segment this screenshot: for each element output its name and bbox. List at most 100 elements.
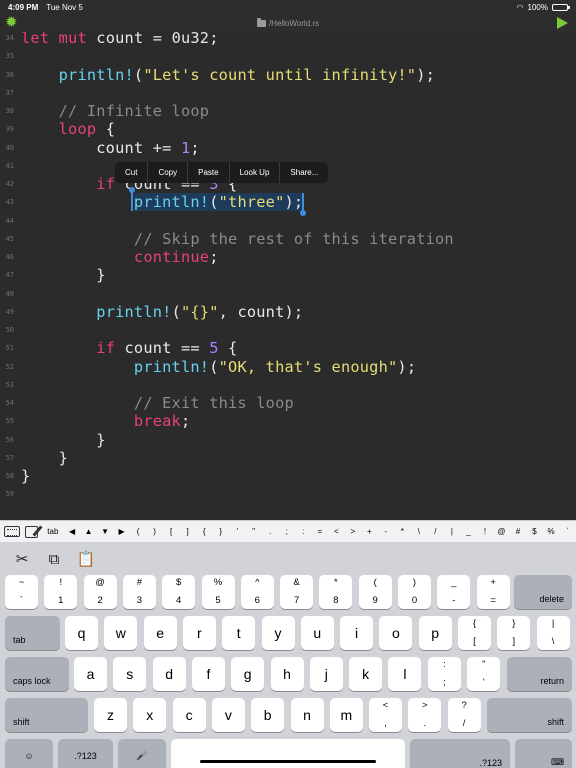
- accessory-tab[interactable]: tab: [42, 521, 64, 543]
- key-y[interactable]: y: [261, 616, 295, 650]
- accessory-key[interactable]: .: [262, 521, 279, 543]
- key-i[interactable]: i: [340, 616, 374, 650]
- accessory-key[interactable]: ;: [279, 521, 296, 543]
- code-editor[interactable]: 34 let mut count = 0u32; 35 36 println!("Le…: [0, 32, 576, 520]
- key-u[interactable]: u: [300, 616, 334, 650]
- accessory-key[interactable]: }: [212, 521, 229, 543]
- key-s[interactable]: s: [113, 657, 147, 691]
- accessory-key[interactable]: <: [328, 521, 345, 543]
- code-line[interactable]: 59: [0, 485, 576, 503]
- key-p[interactable]: p: [418, 616, 452, 650]
- return-key[interactable]: return: [507, 657, 572, 691]
- accessory-key[interactable]: |: [444, 521, 461, 543]
- code-line[interactable]: 50: [0, 321, 576, 339]
- key-num-3[interactable]: #3: [122, 575, 156, 609]
- key-q[interactable]: q: [65, 616, 98, 650]
- gear-icon[interactable]: ✹: [5, 15, 19, 30]
- key-r[interactable]: r: [182, 616, 216, 650]
- accessory-key[interactable]: >: [345, 521, 362, 543]
- key-f[interactable]: f: [191, 657, 225, 691]
- accessory-key[interactable]: ": [245, 521, 262, 543]
- accessory-key[interactable]: =: [312, 521, 329, 543]
- accessory-key[interactable]: `: [559, 521, 576, 543]
- code-line[interactable]: 39 loop {: [0, 120, 576, 138]
- menu-item-paste[interactable]: Paste: [188, 162, 230, 183]
- caps-lock-key[interactable]: caps lock: [5, 657, 69, 691]
- key-bracket-2[interactable]: | \: [536, 616, 570, 650]
- key-o[interactable]: o: [379, 616, 413, 650]
- accessory-key[interactable]: {: [196, 521, 213, 543]
- accessory-key[interactable]: /: [427, 521, 444, 543]
- code-line[interactable]: 36 println!("Let's count until infinity!…: [0, 66, 576, 84]
- key-c[interactable]: c: [172, 698, 206, 732]
- key-k[interactable]: k: [349, 657, 383, 691]
- key-num-5[interactable]: % 5: [201, 575, 235, 609]
- key-j[interactable]: j: [309, 657, 343, 691]
- code-line[interactable]: 43 println!("three");: [0, 193, 576, 212]
- code-line[interactable]: 44: [0, 212, 576, 230]
- key-t[interactable]: t: [222, 616, 256, 650]
- key-num-4[interactable]: $4: [162, 575, 196, 609]
- numbers-key-right[interactable]: .?123: [410, 739, 510, 768]
- code-line[interactable]: 52 println!("OK, that's enough");: [0, 358, 576, 376]
- accessory-key[interactable]: $: [526, 521, 543, 543]
- code-line[interactable]: 48: [0, 285, 576, 303]
- key-l[interactable]: l: [388, 657, 422, 691]
- accessory-key[interactable]: [: [163, 521, 180, 543]
- key-x[interactable]: x: [133, 698, 167, 732]
- menu-item-cut[interactable]: Cut: [115, 162, 149, 183]
- key-bracket-0[interactable]: {[: [458, 616, 491, 650]
- code-line[interactable]: 37: [0, 84, 576, 102]
- accessory-key[interactable]: _: [460, 521, 477, 543]
- key-num-12[interactable]: + =: [476, 575, 510, 609]
- key-angle-0[interactable]: <,: [369, 698, 402, 732]
- key-num-1[interactable]: ! 1: [44, 575, 78, 609]
- accessory-key[interactable]: %: [543, 521, 560, 543]
- key-e[interactable]: e: [143, 616, 177, 650]
- code-line[interactable]: 54 // Exit this loop: [0, 394, 576, 412]
- key-d[interactable]: d: [152, 657, 186, 691]
- code-line[interactable]: 47 }: [0, 266, 576, 284]
- code-line[interactable]: 40 count += 1;: [0, 139, 576, 157]
- accessory-key[interactable]: @: [493, 521, 510, 543]
- selection-start-handle[interactable]: [131, 191, 133, 211]
- key-w[interactable]: w: [104, 616, 138, 650]
- code-line[interactable]: 56 }: [0, 431, 576, 449]
- accessory-key[interactable]: !: [477, 521, 494, 543]
- key-m[interactable]: m: [329, 698, 363, 732]
- key-n[interactable]: n: [290, 698, 324, 732]
- selection-end-knob[interactable]: [300, 210, 306, 216]
- delete-key[interactable]: delete: [514, 575, 572, 609]
- hide-keyboard-key[interactable]: ⌨: [515, 739, 572, 768]
- code-line[interactable]: 35: [0, 47, 576, 65]
- accessory-key[interactable]: ▶: [113, 521, 130, 543]
- accessory-key[interactable]: -: [378, 521, 395, 543]
- code-line[interactable]: 53: [0, 376, 576, 394]
- key-b[interactable]: b: [251, 698, 285, 732]
- accessory-key[interactable]: ': [229, 521, 246, 543]
- key-num-8[interactable]: * 8: [319, 575, 353, 609]
- accessory-key[interactable]: ◀: [64, 521, 81, 543]
- key-angle-2[interactable]: ? /: [447, 698, 481, 732]
- copy-icon[interactable]: ⧉: [44, 551, 64, 568]
- cut-icon[interactable]: ✂: [12, 550, 32, 568]
- code-line[interactable]: 58}: [0, 467, 576, 485]
- file-title[interactable]: /HelloWorld.rs: [256, 17, 319, 28]
- code-line[interactable]: 57 }: [0, 449, 576, 467]
- code-line[interactable]: 34 let mut count = 0u32;: [0, 32, 576, 47]
- accessory-key[interactable]: ▼: [97, 521, 114, 543]
- accessory-key[interactable]: #: [510, 521, 527, 543]
- accessory-key[interactable]: (: [130, 521, 147, 543]
- shift-right-key[interactable]: shift: [487, 698, 572, 732]
- key-num-2[interactable]: @2: [83, 575, 117, 609]
- key-h[interactable]: h: [270, 657, 304, 691]
- key-num-11[interactable]: _ -: [437, 575, 471, 609]
- key-bracket-1[interactable]: }]: [497, 616, 531, 650]
- mic-key[interactable]: 🎤: [118, 739, 166, 768]
- space-key[interactable]: [171, 739, 405, 768]
- play-icon[interactable]: [557, 17, 568, 29]
- accessory-key[interactable]: *: [394, 521, 411, 543]
- menu-item-copy[interactable]: Copy: [148, 162, 189, 183]
- key-z[interactable]: z: [94, 698, 127, 732]
- key-num-10[interactable]: ) 0: [398, 575, 431, 609]
